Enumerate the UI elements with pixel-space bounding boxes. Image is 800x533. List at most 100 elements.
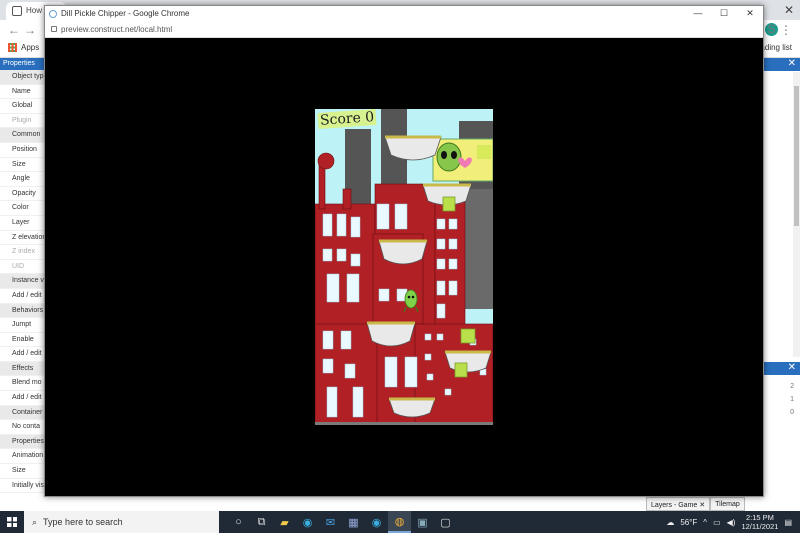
weather-temp[interactable]: 56°F [680, 518, 697, 527]
chip-bowl [444, 351, 492, 373]
property-row[interactable]: Color [0, 201, 45, 216]
chimney [342, 188, 352, 210]
score-value: 0 [364, 109, 375, 126]
layers-close-icon[interactable]: ✕ [763, 362, 800, 375]
forward-icon[interactable]: → [24, 23, 36, 37]
window [436, 303, 446, 319]
window [336, 248, 347, 262]
page-icon [12, 6, 22, 16]
search-icon: ⌕ [32, 516, 38, 527]
window [424, 333, 432, 341]
property-section[interactable]: Behaviors [0, 303, 45, 319]
property-row[interactable]: Name [0, 85, 45, 100]
window [404, 356, 418, 388]
property-row[interactable]: Position [0, 143, 45, 158]
chip-bag [454, 362, 468, 378]
window [436, 238, 446, 250]
property-section[interactable]: Instance v [0, 274, 45, 289]
property-row[interactable]: Enable [0, 333, 45, 348]
maximize-button[interactable]: ☐ [711, 6, 737, 21]
menu-icon[interactable]: ⋮ [780, 23, 792, 37]
property-section[interactable]: Container [0, 405, 45, 421]
mail-icon[interactable]: ✉ [319, 511, 342, 533]
volume-icon[interactable]: ◀) [727, 518, 736, 527]
popup-url: preview.construct.net/local.html [61, 24, 173, 34]
property-row[interactable]: Initially visible [0, 479, 45, 494]
windows-icon [7, 517, 17, 527]
avatar[interactable]: S [765, 23, 778, 36]
property-section[interactable]: Object typ [0, 70, 45, 85]
start-button[interactable] [0, 511, 24, 533]
property-row[interactable]: Opacity [0, 187, 45, 202]
clock[interactable]: 2:15 PM 12/11/2021 [741, 513, 778, 531]
property-row[interactable]: Size [0, 464, 45, 479]
property-row[interactable]: Global [0, 99, 45, 114]
store-icon[interactable]: ▦ [342, 511, 365, 533]
file-explorer-icon[interactable]: ▰ [273, 511, 296, 533]
window [346, 273, 360, 303]
chevron-up-icon[interactable]: ^ [703, 518, 707, 527]
window [426, 373, 434, 381]
property-row[interactable]: Angle [0, 172, 45, 187]
window [326, 273, 340, 303]
tab-layers[interactable]: Layers - Game ✕ [646, 497, 711, 511]
property-row[interactable]: Animation [0, 449, 45, 465]
window-title-bar[interactable]: Dill Pickle Chipper - Google Chrome — ☐ … [45, 6, 763, 21]
property-row[interactable]: Size [0, 158, 45, 173]
window [352, 386, 364, 418]
edge-icon-2[interactable]: ◉ [365, 511, 388, 533]
notification-icon[interactable]: ▤ [784, 518, 792, 527]
property-section[interactable]: Effects [0, 361, 45, 377]
window [350, 253, 361, 267]
property-row[interactable]: Blend mo [0, 376, 45, 392]
system-tray: ☁ 56°F ^ ▭ ◀) 2:15 PM 12/11/2021 ▤ [666, 511, 800, 533]
edge-icon[interactable]: ◉ [296, 511, 319, 533]
scrollbar[interactable] [793, 72, 800, 357]
property-row[interactable]: Z index [0, 245, 45, 260]
billboard [432, 138, 493, 182]
network-icon[interactable]: ▭ [713, 518, 721, 527]
property-row[interactable]: Z elevation [0, 231, 45, 246]
window [424, 353, 432, 361]
property-row[interactable]: Add / edit [0, 391, 45, 406]
property-row[interactable]: Layer [0, 216, 45, 231]
background-close-icon[interactable]: ✕ [784, 3, 794, 17]
popup-address-bar[interactable]: preview.construct.net/local.html [45, 21, 763, 38]
minimize-button[interactable]: — [685, 6, 711, 21]
taskbar-search[interactable]: ⌕ Type here to search [24, 511, 219, 533]
reading-list-link[interactable]: ading list [760, 43, 792, 52]
window [448, 280, 458, 296]
property-row[interactable]: Add / edit [0, 289, 45, 304]
apps-bookmark[interactable]: Apps [8, 43, 39, 52]
window [336, 213, 347, 237]
cortana-icon[interactable]: ○ [227, 511, 250, 533]
property-row[interactable]: Add / edit [0, 347, 45, 362]
property-row[interactable]: Plugin [0, 114, 45, 129]
close-button[interactable]: ✕ [737, 6, 763, 21]
property-section[interactable]: Common [0, 128, 45, 143]
window [322, 248, 333, 262]
property-row[interactable]: No conta [0, 420, 45, 435]
game-canvas[interactable]: Score 0 [315, 109, 493, 425]
window [394, 203, 408, 230]
layer-number: 1 [790, 396, 794, 403]
property-row[interactable]: Jumpt [0, 318, 45, 333]
chrome-taskbar-icon[interactable]: ◍ [388, 511, 411, 533]
task-view-icon[interactable]: ⧉ [250, 511, 273, 533]
panel-close-icon[interactable]: ✕ [763, 58, 800, 71]
window [444, 388, 452, 396]
window [448, 218, 458, 230]
tab-tilemap[interactable]: Tilemap [710, 497, 745, 511]
property-row[interactable]: UID [0, 260, 45, 275]
scrollbar-thumb[interactable] [794, 86, 799, 226]
property-section[interactable]: Properties [0, 434, 45, 450]
app-icon[interactable]: ▣ [411, 511, 434, 533]
app-icon-2[interactable]: ▢ [434, 511, 457, 533]
window [436, 218, 446, 230]
window-title: Dill Pickle Chipper - Google Chrome [61, 9, 190, 18]
window [376, 203, 390, 230]
back-icon[interactable]: ← [8, 23, 20, 37]
weather-icon[interactable]: ☁ [666, 518, 674, 527]
chimney [318, 163, 326, 210]
window [436, 333, 444, 341]
